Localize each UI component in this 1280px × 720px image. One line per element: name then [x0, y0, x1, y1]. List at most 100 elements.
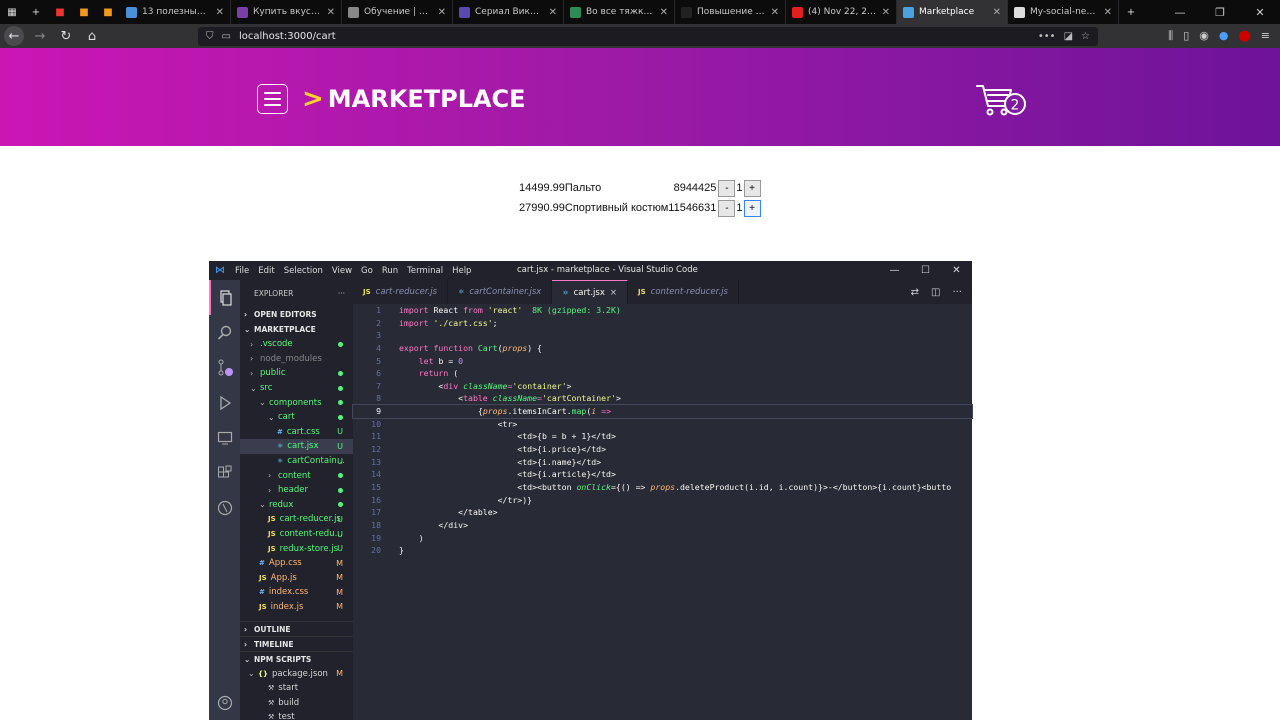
remote-explorer-icon[interactable]: [209, 420, 240, 455]
tree-folder[interactable]: › public: [240, 366, 353, 381]
tree-file[interactable]: JS cart-reducer.js U: [240, 512, 353, 527]
home-button[interactable]: ⌂: [82, 26, 102, 46]
close-tab-icon[interactable]: ✕: [438, 7, 446, 18]
menu-item[interactable]: View: [332, 266, 352, 276]
account-icon[interactable]: [209, 685, 240, 720]
pinned-tab-4[interactable]: ■: [96, 0, 120, 24]
bookmark-star-icon[interactable]: ☆: [1081, 31, 1090, 42]
npm-package-item[interactable]: ⌄{} package.json M: [240, 666, 353, 681]
menu-item[interactable]: Selection: [284, 266, 323, 276]
pinned-tab-1[interactable]: ▦: [0, 0, 24, 24]
library-icon[interactable]: ⫼: [1168, 29, 1173, 43]
page-info-icon[interactable]: ▭: [222, 31, 231, 42]
browser-tab[interactable]: 13 полезных прил ✕: [120, 0, 231, 24]
menu-item[interactable]: Help: [452, 266, 471, 276]
timeline-section[interactable]: › TIMELINE: [240, 636, 353, 651]
menu-item[interactable]: Terminal: [407, 266, 443, 276]
run-debug-icon[interactable]: [209, 385, 240, 420]
npm-script[interactable]: ⚒ start: [240, 681, 353, 696]
extensions-icon[interactable]: [209, 455, 240, 490]
close-tab-icon[interactable]: ✕: [660, 7, 668, 18]
extension-blue-icon[interactable]: ●: [1219, 29, 1229, 43]
tree-file[interactable]: JS content-redu... U: [240, 527, 353, 542]
close-tab-icon[interactable]: ✕: [216, 7, 224, 18]
browser-tab[interactable]: Купить вкусные по ✕: [231, 0, 342, 24]
editor-tab[interactable]: JS content-reducer.js: [628, 280, 739, 304]
sidebar-icon[interactable]: ▯: [1183, 29, 1189, 43]
explorer-icon[interactable]: [209, 280, 240, 315]
search-icon[interactable]: [209, 315, 240, 350]
compare-icon[interactable]: ⇄: [911, 287, 919, 298]
decrement-button[interactable]: -: [718, 199, 736, 217]
outline-section[interactable]: › OUTLINE: [240, 621, 353, 636]
maximize-icon[interactable]: ☐: [910, 265, 941, 276]
close-tab-icon[interactable]: ✕: [771, 7, 779, 18]
code-area[interactable]: 1 import React from 'react' 8K (gzipped: …: [352, 304, 973, 557]
menu-button[interactable]: [257, 84, 288, 114]
ublock-icon[interactable]: ⬤: [1238, 29, 1250, 43]
tree-folder[interactable]: ⌄ cart: [240, 410, 353, 425]
source-control-icon[interactable]: [209, 350, 240, 385]
npm-scripts-section[interactable]: ⌄ NPM SCRIPTS: [240, 651, 353, 666]
menu-item[interactable]: Run: [382, 266, 398, 276]
git-graph-icon[interactable]: [209, 490, 240, 525]
browser-tab[interactable]: Повышение произ ✕: [675, 0, 786, 24]
menu-icon[interactable]: ≡: [1261, 29, 1270, 43]
tree-folder[interactable]: › header: [240, 483, 353, 498]
close-tab-icon[interactable]: ✕: [327, 7, 335, 18]
new-tab-button-2[interactable]: +: [1119, 0, 1143, 24]
more-actions-icon[interactable]: ···: [952, 287, 962, 298]
increment-button[interactable]: +: [743, 199, 761, 217]
tree-file[interactable]: # cart.css U: [240, 425, 353, 440]
minimize-icon[interactable]: —: [1160, 6, 1200, 19]
tree-folder[interactable]: ⌄ src: [240, 381, 353, 396]
browser-tab[interactable]: (4) Nov 22, 2020 - M ✕: [786, 0, 897, 24]
tree-file[interactable]: JS index.js M: [240, 600, 353, 615]
tree-folder[interactable]: › node_modules: [240, 352, 353, 367]
editor-tab[interactable]: ⚛ cartContainer.jsx: [448, 280, 553, 304]
pinned-tab-3[interactable]: ■: [72, 0, 96, 24]
tree-folder[interactable]: › content: [240, 468, 353, 483]
site-logo[interactable]: > MARKETPLACE: [302, 85, 526, 113]
browser-tab[interactable]: Сериал Викинги 1 ✕: [453, 0, 564, 24]
split-editor-icon[interactable]: ◫: [931, 287, 940, 298]
url-bar[interactable]: ⛉ ▭ localhost:3000/cart ••• ◪ ☆: [198, 26, 1098, 46]
tree-folder[interactable]: ⌄ components: [240, 395, 353, 410]
account-icon[interactable]: ◉: [1199, 29, 1209, 43]
forward-button[interactable]: →: [30, 26, 50, 46]
more-actions-icon[interactable]: ···: [338, 289, 345, 298]
cart-icon[interactable]: 2: [975, 82, 1029, 118]
decrement-button[interactable]: -: [718, 179, 736, 197]
tree-folder[interactable]: › .vscode: [240, 337, 353, 352]
menu-item[interactable]: File: [235, 266, 249, 276]
tree-file[interactable]: JS redux-store.js U: [240, 541, 353, 556]
project-section[interactable]: ⌄ MARKETPLACE: [240, 322, 353, 337]
close-icon[interactable]: ✕: [1240, 6, 1280, 19]
menu-item[interactable]: Edit: [258, 266, 274, 276]
tree-file[interactable]: JS App.js M: [240, 571, 353, 586]
npm-script[interactable]: ⚒ test: [240, 710, 353, 720]
tree-folder[interactable]: ⌄ redux: [240, 498, 353, 513]
tree-file[interactable]: # App.css M: [240, 556, 353, 571]
increment-button[interactable]: +: [743, 179, 761, 197]
editor-tab[interactable]: ⚛ cart.jsx ×: [552, 280, 628, 304]
browser-tab[interactable]: Marketplace ✕: [897, 0, 1008, 24]
browser-tab[interactable]: Обучение | GeekBr ✕: [342, 0, 453, 24]
reload-button[interactable]: ↻: [56, 26, 76, 46]
open-editors-section[interactable]: › OPEN EDITORS: [240, 307, 353, 322]
close-tab-icon[interactable]: ✕: [549, 7, 557, 18]
close-tab-icon[interactable]: ✕: [1104, 7, 1112, 18]
close-tab-icon[interactable]: ✕: [993, 7, 1001, 18]
tree-file[interactable]: ⚛ cartContain... U: [240, 454, 353, 469]
browser-tab[interactable]: Во все тяжкие 2 се ✕: [564, 0, 675, 24]
editor-tab[interactable]: JS cart-reducer.js: [353, 280, 449, 304]
npm-script[interactable]: ⚒ build: [240, 695, 353, 710]
close-tab-icon[interactable]: ×: [610, 288, 617, 298]
pinned-tab-2[interactable]: ■: [48, 0, 72, 24]
back-button[interactable]: ←: [4, 26, 24, 46]
tree-file[interactable]: # index.css M: [240, 585, 353, 600]
tree-file[interactable]: ⚛ cart.jsx U: [240, 439, 353, 454]
minimize-icon[interactable]: —: [879, 265, 910, 276]
close-icon[interactable]: ✕: [941, 265, 972, 276]
menu-item[interactable]: Go: [361, 266, 373, 276]
